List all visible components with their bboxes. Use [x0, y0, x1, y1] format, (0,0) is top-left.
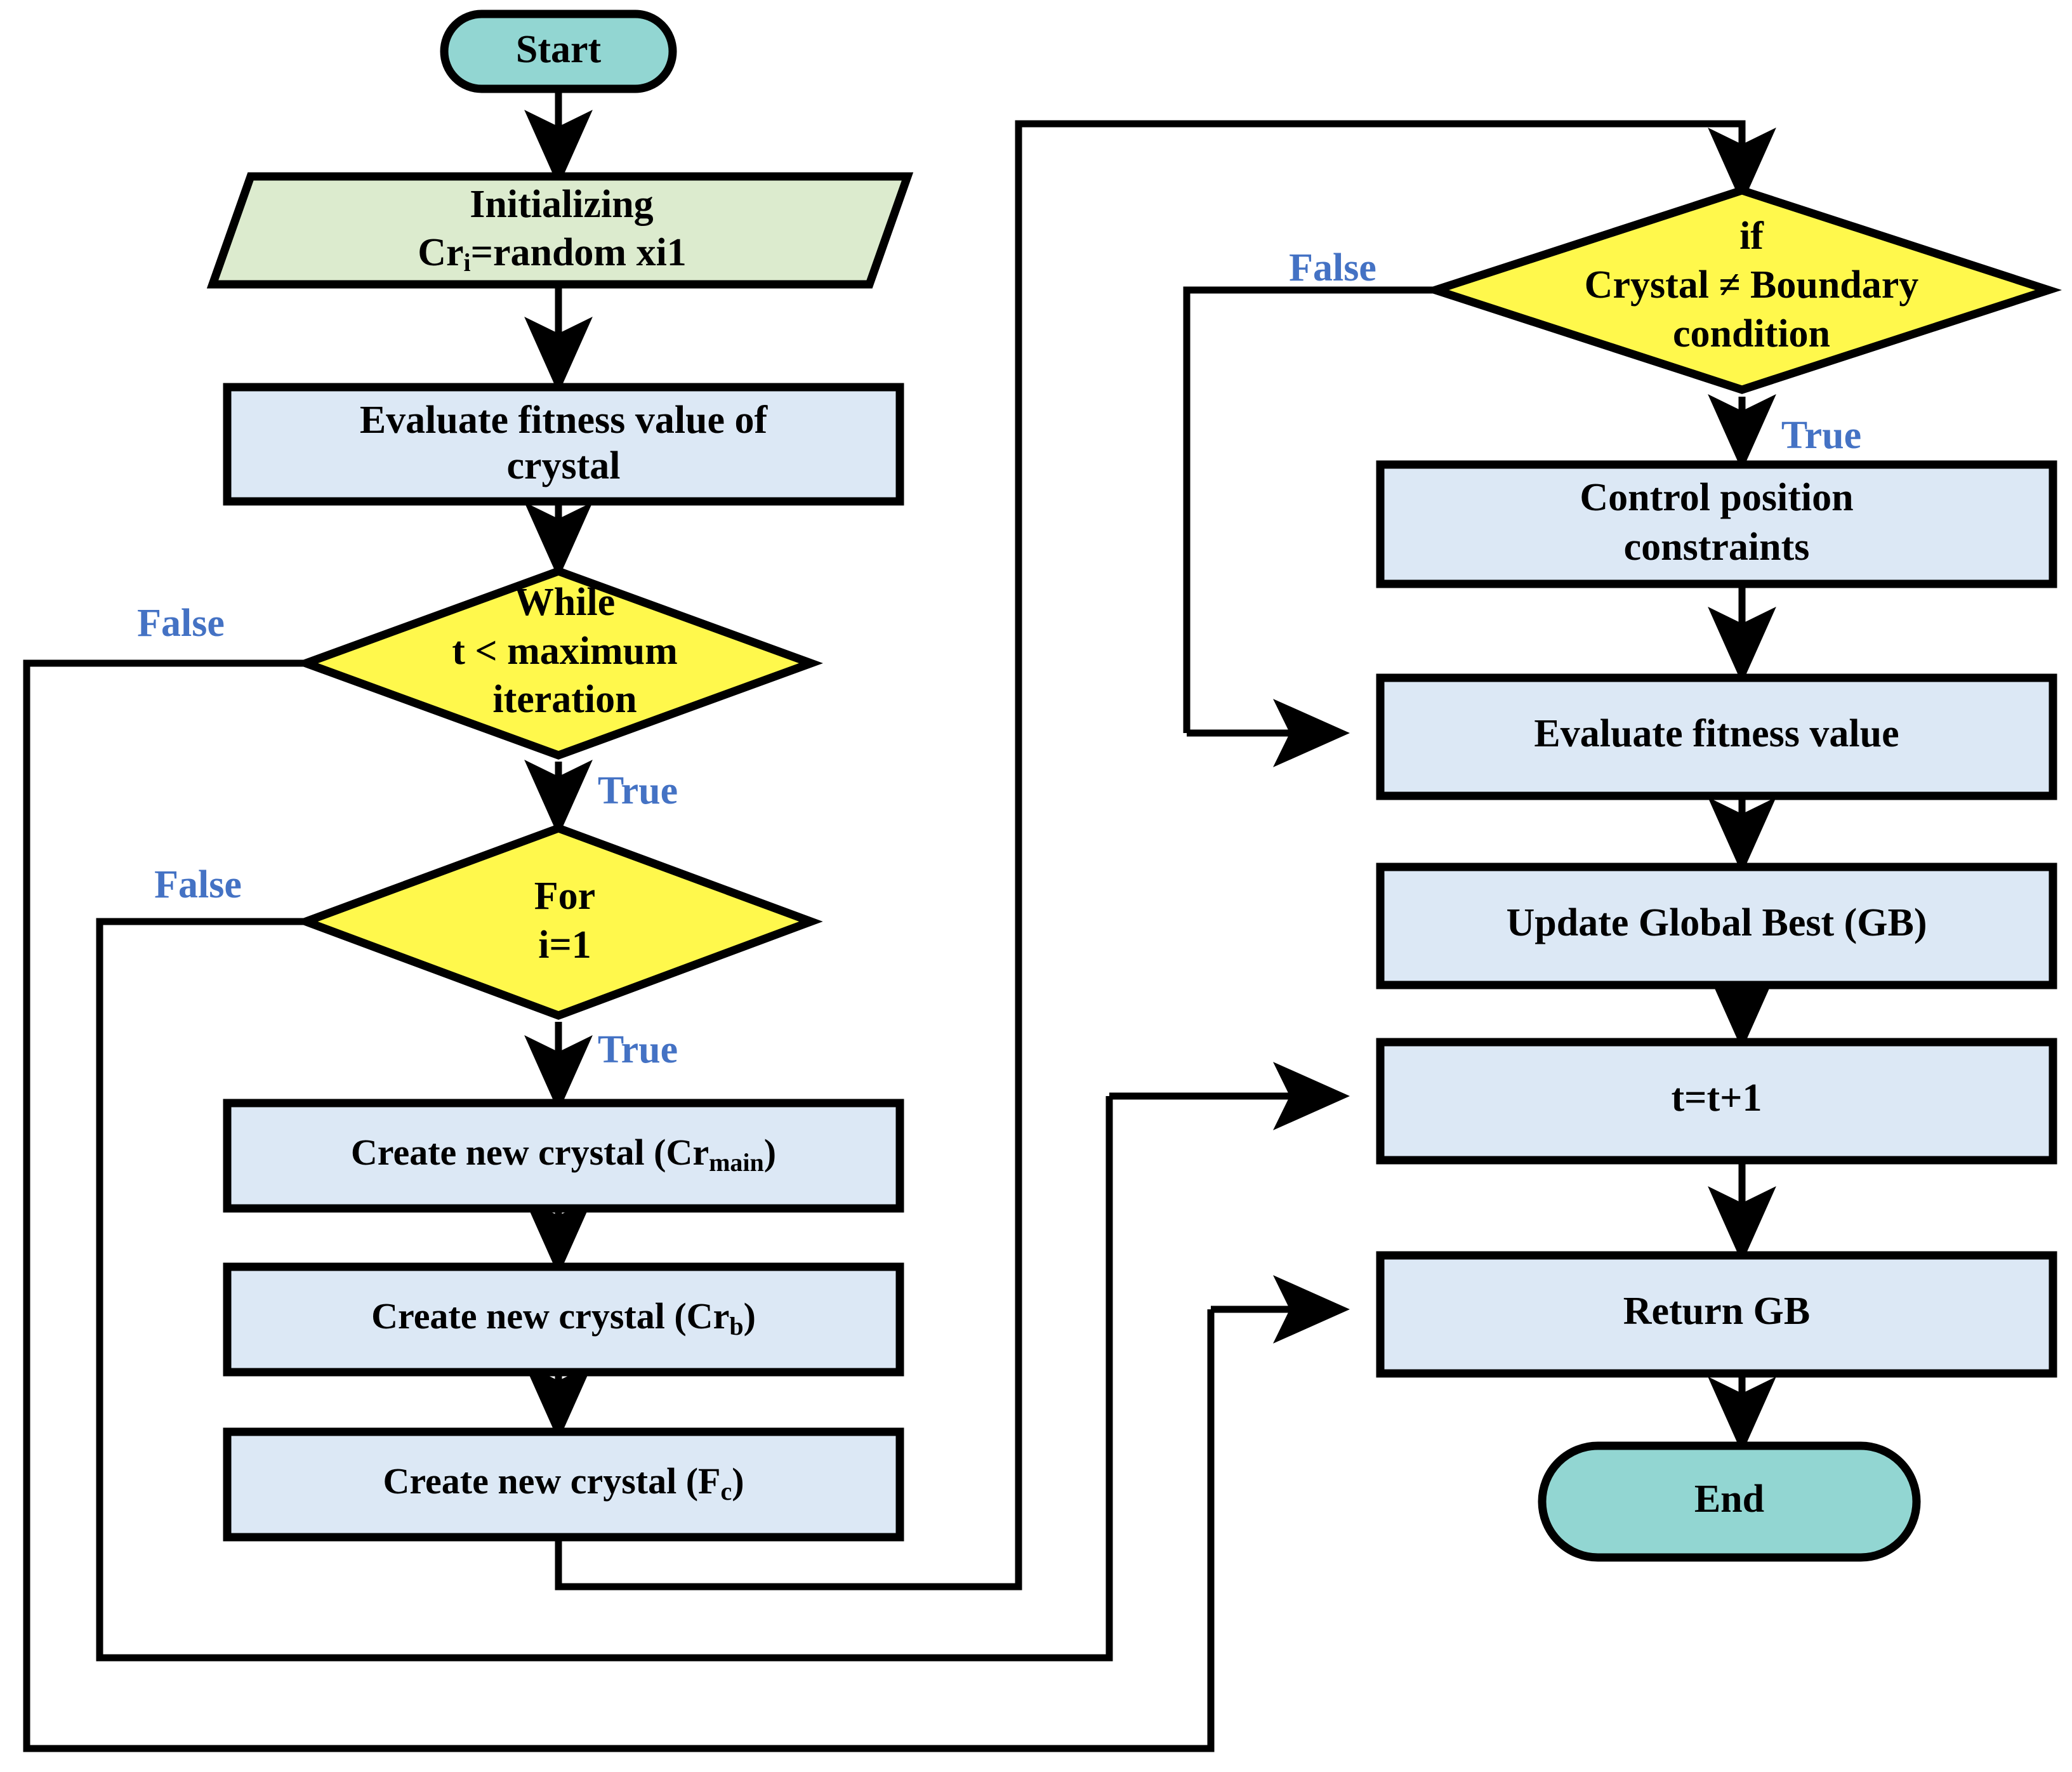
flowchart-canvas: Start Initializing Cri=random xi1 Evalua… [0, 0, 2072, 1772]
create-fc-sub: c [720, 1477, 732, 1505]
initializing-line2: Cri=random xi1 [418, 231, 687, 277]
while-decision-line3: iteration [492, 678, 637, 721]
create-cr-main-post: ) [764, 1132, 776, 1173]
end-label: End [1694, 1478, 1764, 1521]
flowchart-svg: Start Initializing Cri=random xi1 Evalua… [23, 10, 2062, 1752]
return-gb-label: Return GB [1623, 1290, 1811, 1333]
evaluate-fitness-label: Evaluate fitness value [1534, 712, 1899, 755]
for-decision-line2: i=1 [538, 923, 591, 967]
create-cr-b-sub: b [729, 1312, 743, 1340]
boundary-decision-line2: Crystal ≠ Boundary [1585, 263, 1919, 307]
node-create-cr-main[interactable]: Create new crystal (Crmain) [223, 1099, 904, 1213]
start-label: Start [516, 28, 602, 71]
node-end[interactable]: End [1538, 1441, 1921, 1562]
control-position-line2: constraints [1624, 526, 1810, 569]
node-increment-t[interactable]: t=t+1 [1376, 1038, 2057, 1165]
node-create-cr-b[interactable]: Create new crystal (Crb) [223, 1262, 904, 1377]
create-cr-b-post: ) [744, 1295, 756, 1337]
label-while-false: False [137, 602, 225, 645]
node-evaluate-fitness-crystal[interactable]: Evaluate fitness value of crystal [223, 383, 904, 506]
create-cr-b-pre: Create new crystal (Cr [371, 1295, 729, 1337]
initializing-line2-post: =random xi1 [471, 231, 687, 274]
initializing-line2-sub: i [463, 248, 470, 277]
label-while-true: True [598, 769, 678, 812]
create-cr-b-label: Create new crystal (Crb) [371, 1295, 756, 1340]
node-evaluate-fitness[interactable]: Evaluate fitness value [1376, 673, 2057, 800]
node-start[interactable]: Start [440, 10, 677, 93]
node-initializing[interactable]: Initializing Cri=random xi1 [206, 172, 914, 289]
create-cr-main-sub: main [709, 1148, 764, 1177]
increment-t-label: t=t+1 [1672, 1076, 1762, 1120]
label-boundary-true: True [1781, 414, 1861, 457]
label-boundary-false: False [1289, 246, 1376, 289]
label-for-false: False [154, 863, 242, 906]
create-fc-label: Create new crystal (Fc) [383, 1460, 744, 1505]
node-return-gb[interactable]: Return GB [1376, 1251, 2057, 1378]
node-create-fc[interactable]: Create new crystal (Fc) [223, 1427, 904, 1542]
create-fc-pre: Create new crystal (F [383, 1460, 720, 1502]
create-cr-main-pre: Create new crystal (Cr [351, 1132, 709, 1173]
node-for-decision[interactable]: For i=1 [294, 824, 823, 1020]
node-control-position[interactable]: Control position constraints [1376, 460, 2057, 588]
initializing-line2-pre: Cr [418, 231, 463, 274]
for-decision-line1: For [534, 875, 595, 918]
node-update-global-best[interactable]: Update Global Best (GB) [1376, 863, 2057, 989]
control-position-line1: Control position [1580, 476, 1853, 519]
create-fc-post: ) [732, 1460, 744, 1502]
boundary-decision-line1: if [1739, 215, 1764, 258]
boundary-decision-line3: condition [1673, 312, 1830, 355]
for-decision-shape [294, 824, 823, 1020]
while-decision-line2: t < maximum [452, 630, 678, 673]
initializing-line1: Initializing [470, 183, 653, 226]
evaluate-fitness-crystal-line2: crystal [506, 444, 620, 487]
node-boundary-decision[interactable]: if Crystal ≠ Boundary condition [1422, 186, 2062, 394]
while-decision-line1: While [515, 581, 615, 624]
evaluate-fitness-crystal-line1: Evaluate fitness value of [360, 399, 769, 442]
update-global-best-label: Update Global Best (GB) [1506, 901, 1927, 944]
label-for-true: True [598, 1028, 678, 1071]
node-while-decision[interactable]: While t < maximum iteration [294, 567, 823, 760]
